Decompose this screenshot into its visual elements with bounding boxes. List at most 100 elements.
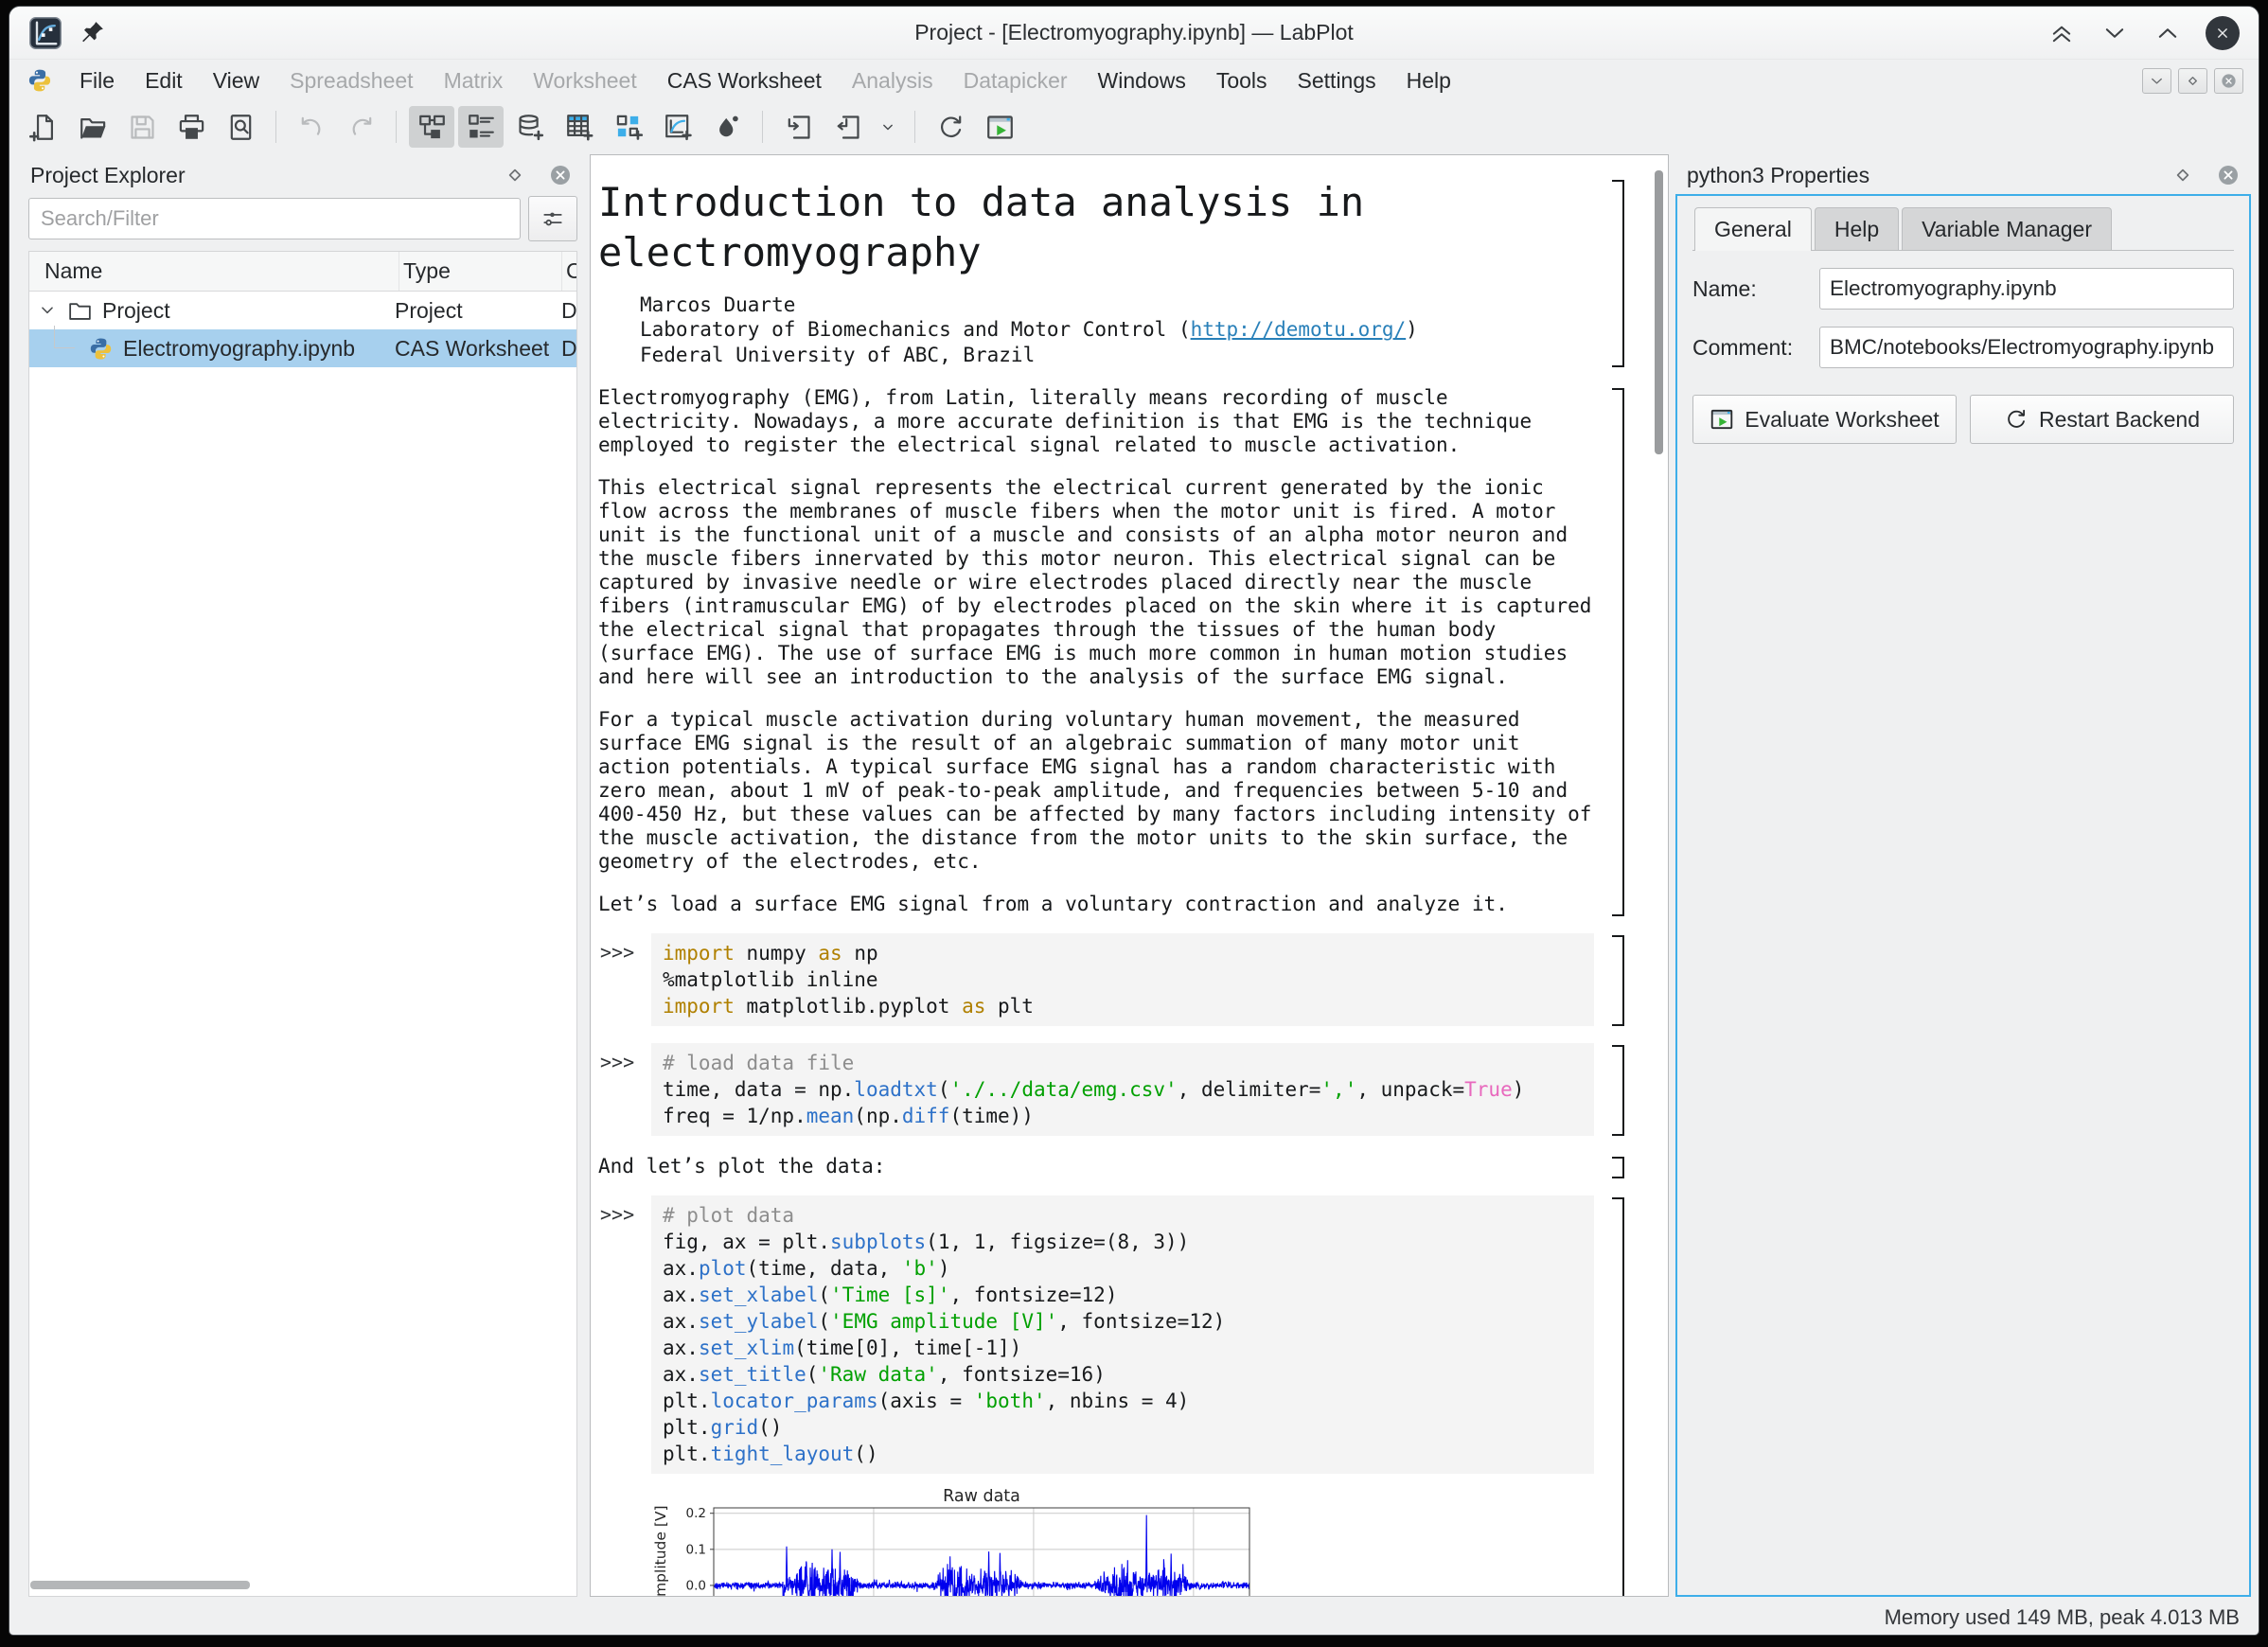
menu-view[interactable]: View	[198, 68, 275, 94]
author-line: Laboratory of Biomechanics and Motor Con…	[640, 317, 1594, 342]
menu-worksheet[interactable]: Worksheet	[518, 68, 652, 94]
code-token: tight_layout	[711, 1443, 855, 1465]
tree-row-electromyography-ipynb[interactable]: Electromyography.ipynbCAS WorksheetD	[29, 329, 576, 367]
mdi-restore-button[interactable]	[2178, 68, 2207, 94]
new-workbook-button[interactable]	[507, 106, 553, 148]
import-options-button[interactable]	[874, 106, 902, 148]
restart-backend-button[interactable]	[928, 106, 973, 148]
filter-options-button[interactable]	[528, 196, 577, 241]
mdi-minimize-button[interactable]	[2142, 68, 2171, 94]
search-input[interactable]	[28, 198, 521, 239]
project-explorer-title: Project Explorer	[30, 163, 483, 188]
menu-analysis[interactable]: Analysis	[837, 68, 948, 94]
code-token: (	[818, 1310, 830, 1333]
menu-cas-worksheet[interactable]: CAS Worksheet	[652, 68, 837, 94]
mdi-window-controls	[2142, 68, 2243, 94]
float-panel-button[interactable]	[2170, 162, 2196, 188]
code-line: plt.grid()	[663, 1414, 1583, 1441]
new-matrix-button[interactable]	[606, 106, 651, 148]
undo-icon	[297, 113, 327, 142]
name-field[interactable]	[1819, 268, 2234, 310]
toggle-project-explorer-button[interactable]	[409, 106, 454, 148]
code-text[interactable]: import numpy as np%matplotlib inlineimpo…	[651, 933, 1594, 1026]
author-text: )	[1406, 318, 1418, 341]
code-text[interactable]: # load data filetime, data = np.loadtxt(…	[651, 1043, 1594, 1136]
code-token: plt	[985, 995, 1034, 1018]
expander-icon[interactable]	[37, 300, 58, 321]
menu-windows[interactable]: Windows	[1083, 68, 1201, 94]
code-cell[interactable]: >>># load data filetime, data = np.loadt…	[598, 1043, 1594, 1136]
code-line: ax.set_xlim(time[0], time[-1])	[663, 1335, 1583, 1361]
author-line: Marcos Duarte	[640, 292, 1594, 317]
code-cell[interactable]: >>>import numpy as np%matplotlib inlinei…	[598, 933, 1594, 1026]
code-token: 'both'	[974, 1390, 1046, 1412]
undo-button[interactable]	[289, 106, 334, 148]
project-explorer-hscrollbar[interactable]	[30, 1581, 250, 1589]
tree-row-project[interactable]: ProjectProjectD	[29, 292, 576, 329]
column-header-name[interactable]: Name	[29, 258, 399, 284]
mdi-restore-icon	[2184, 72, 2202, 90]
menu-file[interactable]: File	[64, 68, 130, 94]
menu-spreadsheet[interactable]: Spreadsheet	[275, 68, 428, 94]
cas-worksheet[interactable]: Introduction to data analysis in electro…	[591, 155, 1668, 1596]
menu-edit[interactable]: Edit	[130, 68, 198, 94]
menu-matrix[interactable]: Matrix	[429, 68, 519, 94]
tab-general[interactable]: General	[1694, 207, 1812, 251]
comment-label: Comment:	[1692, 335, 1812, 361]
new-project-button[interactable]	[21, 106, 66, 148]
author-link[interactable]: http://demotu.org/	[1191, 318, 1407, 341]
evaluate-worksheet-button[interactable]	[977, 106, 1022, 148]
restart-backend-button[interactable]: Restart Backend	[1970, 395, 2234, 444]
mdi-close-button[interactable]	[2214, 68, 2243, 94]
export-button[interactable]	[824, 106, 870, 148]
menu-datapicker[interactable]: Datapicker	[948, 68, 1083, 94]
keep-above-button[interactable]	[2047, 18, 2077, 48]
worksheet-subwindow: Introduction to data analysis in electro…	[590, 154, 1669, 1597]
toggle-properties-explorer-button[interactable]	[458, 106, 504, 148]
comment-field[interactable]	[1819, 327, 2234, 368]
close-panel-button[interactable]	[2215, 162, 2241, 188]
open-project-button[interactable]	[70, 106, 115, 148]
code-token: ()	[758, 1416, 782, 1439]
tab-variable-manager[interactable]: Variable Manager	[1902, 207, 2112, 250]
toolbar-separator	[762, 111, 763, 143]
print-button[interactable]	[168, 106, 214, 148]
redo-button[interactable]	[338, 106, 383, 148]
code-text[interactable]: # plot datafig, ax = plt.subplots(1, 1, …	[651, 1195, 1594, 1474]
menu-settings[interactable]: Settings	[1283, 68, 1391, 94]
tab-help[interactable]: Help	[1815, 207, 1899, 250]
new-datapicker-button[interactable]	[704, 106, 750, 148]
code-cell[interactable]: >>># plot datafig, ax = plt.subplots(1, …	[598, 1195, 1594, 1474]
new-worksheet-button[interactable]	[655, 106, 700, 148]
pin-icon[interactable]	[78, 19, 106, 47]
save-project-button[interactable]	[119, 106, 165, 148]
code-token: , fontsize=12)	[1057, 1310, 1225, 1333]
evaluate-worksheet-button[interactable]: Evaluate Worksheet	[1692, 395, 1957, 444]
notebook-vscrollbar-thumb[interactable]	[1655, 170, 1663, 454]
author-text: Federal University of ABC, Brazil	[640, 344, 1035, 366]
minimize-button[interactable]	[2100, 18, 2130, 48]
tree-item-type: Project	[395, 298, 561, 324]
tree-body: ProjectProjectDElectromyography.ipynbCAS…	[29, 292, 576, 367]
float-panel-icon	[504, 164, 526, 186]
code-token: # plot data	[663, 1204, 794, 1227]
project-explorer-icon	[417, 113, 447, 142]
column-header-created[interactable]: C	[561, 252, 576, 291]
print-preview-button[interactable]	[218, 106, 263, 148]
column-header-type[interactable]: Type	[399, 252, 561, 291]
import-button[interactable]	[775, 106, 821, 148]
float-panel-button[interactable]	[502, 162, 528, 188]
code-token: ax.	[663, 1284, 699, 1306]
new-datapicker-icon	[713, 113, 742, 142]
menu-tools[interactable]: Tools	[1201, 68, 1283, 94]
close-button[interactable]	[2206, 16, 2240, 50]
maximize-button[interactable]	[2153, 18, 2183, 48]
tree-header[interactable]: Name Type C	[29, 252, 576, 292]
new-spreadsheet-button[interactable]	[557, 106, 602, 148]
worksheet-cell: >>># plot datafig, ax = plt.subplots(1, …	[598, 1195, 1594, 1596]
menu-help[interactable]: Help	[1391, 68, 1466, 94]
code-token: matplotlib.pyplot	[735, 995, 962, 1018]
code-token: (time))	[949, 1105, 1034, 1127]
close-panel-button[interactable]	[547, 162, 574, 188]
code-line: fig, ax = plt.subplots(1, 1, figsize=(8,…	[663, 1229, 1583, 1255]
